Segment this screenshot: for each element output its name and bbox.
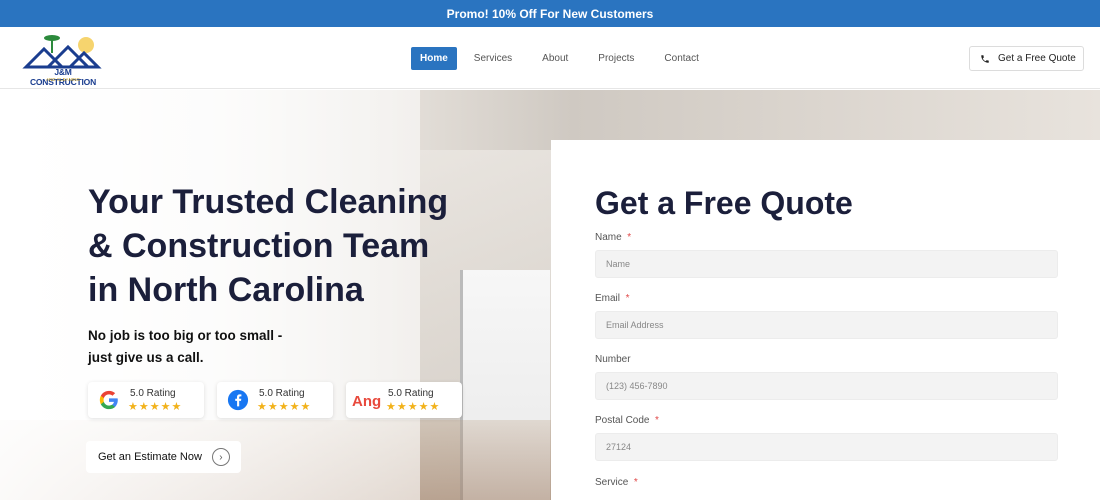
facebook-rating-badge[interactable]: 5.0 Rating ★★★★★ — [217, 382, 333, 418]
name-placeholder: Name — [606, 259, 631, 269]
google-rating-text: 5.0 Rating — [130, 388, 176, 399]
number-label-text: Number — [595, 354, 631, 365]
number-input[interactable]: (123) 456-7890 — [595, 372, 1058, 400]
name-label-text: Name — [595, 232, 622, 243]
facebook-rating-text: 5.0 Rating — [259, 388, 305, 399]
logo-house-icon — [22, 35, 102, 69]
estimate-button-label: Get an Estimate Now — [98, 451, 202, 463]
hero-subtitle-line: just give us a call. — [88, 350, 204, 365]
hero-title-line: in North Carolina — [88, 271, 364, 309]
svg-text:Angi: Angi — [352, 393, 382, 410]
name-label: Name * — [595, 232, 631, 243]
angi-icon: Angi — [352, 393, 382, 410]
service-label: Service * — [595, 477, 638, 488]
header-quote-label: Get a Free Quote — [998, 53, 1076, 64]
required-marker: * — [655, 415, 659, 426]
nav-about[interactable]: About — [527, 47, 583, 70]
site-logo[interactable]: J&M CONSTRUCTION AND CLEANING — [22, 33, 104, 87]
postal-code-label: Postal Code * — [595, 415, 659, 426]
email-label: Email * — [595, 293, 629, 304]
email-input[interactable]: Email Address — [595, 311, 1058, 339]
site-header: J&M CONSTRUCTION AND CLEANING Home Servi… — [0, 27, 1100, 89]
hero-title-line: & Construction Team — [88, 227, 430, 265]
postal-code-label-text: Postal Code — [595, 415, 650, 426]
postal-code-placeholder: 27124 — [606, 442, 632, 452]
required-marker: * — [627, 232, 632, 243]
name-input[interactable]: Name — [595, 250, 1058, 278]
hero-subtitle-line: No job is too big or too small - — [88, 328, 283, 343]
main-nav: Home Services About Projects Contact — [411, 47, 714, 70]
hero-subtitle: No job is too big or too small - just gi… — [88, 325, 308, 369]
email-placeholder: Email Address — [606, 320, 664, 330]
hero-title: Your Trusted Cleaning & Construction Tea… — [88, 180, 468, 312]
google-rating-badge[interactable]: 5.0 Rating ★★★★★ — [88, 382, 204, 418]
logo-tagline: AND CLEANING — [46, 77, 80, 82]
form-title: Get a Free Quote — [595, 185, 853, 221]
nav-home[interactable]: Home — [411, 47, 457, 70]
required-marker: * — [633, 477, 638, 488]
header-quote-button[interactable]: Get a Free Quote — [969, 46, 1084, 71]
postal-code-input[interactable]: 27124 — [595, 433, 1058, 461]
angi-rating-badge[interactable]: Angi 5.0 Rating ★★★★★ — [346, 382, 462, 418]
promo-banner: Promo! 10% Off For New Customers — [0, 0, 1100, 27]
facebook-stars: ★★★★★ — [257, 401, 312, 413]
chevron-right-icon: › — [211, 448, 230, 466]
nav-services[interactable]: Services — [459, 47, 527, 70]
number-placeholder: (123) 456-7890 — [606, 381, 668, 391]
hero-title-line: Your Trusted Cleaning — [88, 183, 449, 221]
phone-icon — [981, 54, 989, 63]
service-label-text: Service — [595, 477, 629, 488]
required-marker: * — [625, 293, 630, 304]
google-icon — [99, 390, 118, 410]
nav-contact[interactable]: Contact — [649, 47, 713, 70]
quote-form: Get a Free Quote Name * Name Email * Ema… — [551, 140, 1100, 500]
angi-rating-text: 5.0 Rating — [388, 388, 434, 399]
nav-projects[interactable]: Projects — [583, 47, 649, 70]
number-label: Number — [595, 354, 631, 365]
email-label-text: Email — [595, 293, 621, 304]
promo-text: Promo! 10% Off For New Customers — [446, 6, 654, 21]
angi-stars: ★★★★★ — [386, 401, 441, 413]
facebook-icon — [227, 389, 249, 411]
estimate-button[interactable]: Get an Estimate Now › — [86, 441, 241, 473]
google-stars: ★★★★★ — [128, 401, 183, 413]
